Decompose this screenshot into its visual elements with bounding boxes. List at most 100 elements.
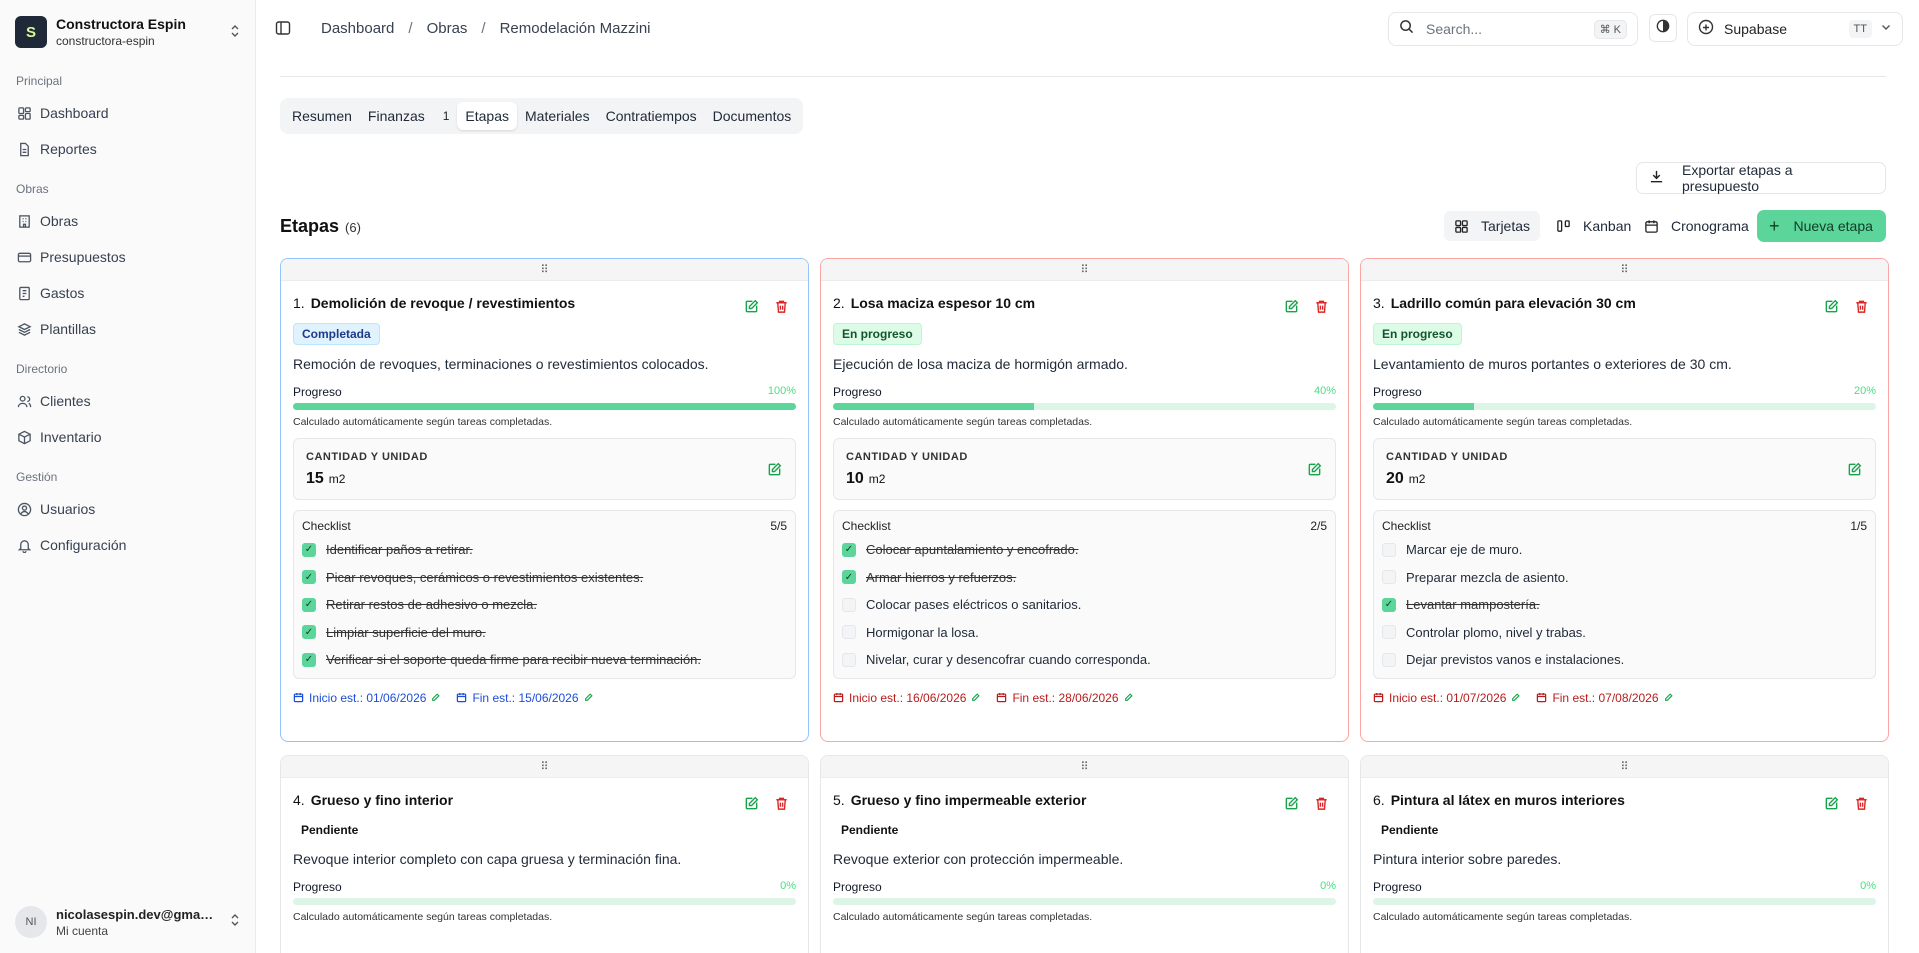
checklist-item[interactable]: ✓ Colocar apuntalamiento y encofrado. (842, 536, 1327, 564)
checkbox[interactable]: ✓ (302, 570, 316, 585)
checkbox[interactable] (842, 625, 856, 640)
checklist-item[interactable]: Nivelar, curar y desencofrar cuando corr… (842, 646, 1327, 674)
checklist-item[interactable]: ✓ Limpiar superficie del muro. (302, 619, 787, 647)
sidebar-item-clientes[interactable]: Clientes (16, 386, 242, 416)
checklist-item[interactable]: ✓ Levantar mampostería. (1382, 591, 1867, 619)
checklist-item[interactable]: Dejar previstos vanos e instalaciones. (1382, 646, 1867, 674)
trash-icon[interactable] (1854, 796, 1870, 812)
end-date[interactable]: Fin est.: 28/06/2026 (996, 691, 1133, 705)
quantity-number: 15 (306, 470, 324, 487)
sidebar-item-plantillas[interactable]: Plantillas (16, 314, 242, 344)
sidebar-toggle-icon[interactable] (275, 20, 291, 36)
checkbox[interactable]: ✓ (842, 570, 856, 585)
breadcrumb-obras[interactable]: Obras (427, 20, 468, 37)
view-cards-button[interactable]: Tarjetas (1444, 211, 1541, 241)
checkbox[interactable]: ✓ (302, 542, 316, 557)
quantity-box: CANTIDAD Y UNIDAD 10 m2 (833, 438, 1336, 500)
edit-icon[interactable] (744, 796, 760, 812)
checklist-item[interactable]: Hormigonar la losa. (842, 619, 1327, 647)
drag-handle[interactable]: ⠿ (1361, 756, 1888, 778)
tab-finanzas[interactable]: Finanzas 1 (360, 102, 458, 130)
tab-contratiempos[interactable]: Contratiempos (598, 102, 705, 130)
start-date[interactable]: Inicio est.: 01/06/2026 (293, 691, 441, 705)
org-switcher[interactable]: S Constructora Espin constructora-espin (15, 14, 241, 50)
checklist-item[interactable]: ✓ Identificar paños a retirar. (302, 536, 787, 564)
stage-card[interactable]: ⠿ 3. Ladrillo común para elevación 30 cm En… (1360, 258, 1889, 742)
checkbox[interactable] (1382, 652, 1396, 667)
sidebar-item-usuarios[interactable]: Usuarios (16, 494, 242, 524)
sidebar-item-reportes[interactable]: Reportes (16, 134, 242, 164)
export-button[interactable]: Exportar etapas a presupuesto (1636, 162, 1886, 194)
stage-card[interactable]: ⠿ 5. Grueso y fino impermeable exterior Pen… (820, 755, 1349, 953)
trash-icon[interactable] (1314, 299, 1330, 315)
tab-materiales[interactable]: Materiales (517, 102, 598, 130)
search-input[interactable]: Search... ⌘ K (1388, 12, 1638, 46)
edit-icon[interactable] (1824, 796, 1840, 812)
checklist-item-text: Preparar mezcla de asiento. (1406, 569, 1569, 585)
sidebar-item-label: Gastos (40, 285, 85, 301)
checklist-item[interactable]: ✓ Verificar si el soporte queda firme par… (302, 646, 787, 674)
checklist-item[interactable]: ✓ Armar hierros y refuerzos. (842, 564, 1327, 592)
start-date[interactable]: Inicio est.: 16/06/2026 (833, 691, 981, 705)
end-date[interactable]: Fin est.: 15/06/2026 (456, 691, 593, 705)
edit-icon[interactable] (1307, 462, 1323, 478)
drag-handle[interactable]: ⠿ (281, 756, 808, 778)
drag-handle[interactable]: ⠿ (1361, 259, 1888, 281)
sidebar-item-inventario[interactable]: Inventario (16, 422, 242, 452)
checkbox[interactable]: ✓ (1382, 597, 1396, 612)
checklist-item[interactable]: Colocar pases eléctricos o sanitarios. (842, 591, 1327, 619)
checklist-item[interactable]: ✓ Retirar restos de adhesivo o mezcla. (302, 591, 787, 619)
tab-resumen[interactable]: Resumen (284, 102, 360, 130)
checklist-item[interactable]: Marcar eje de muro. (1382, 536, 1867, 564)
checkbox[interactable] (1382, 625, 1396, 640)
checkbox[interactable] (842, 597, 856, 612)
tab-etapas[interactable]: Etapas (457, 102, 518, 130)
checklist-item[interactable]: ✓ Picar revoques, cerámicos o revestimien… (302, 564, 787, 592)
view-schedule-button[interactable]: Cronograma (1644, 211, 1749, 241)
checkbox[interactable]: ✓ (302, 625, 316, 640)
trash-icon[interactable] (774, 299, 790, 315)
theme-toggle-button[interactable] (1649, 14, 1677, 42)
checkbox[interactable] (1382, 542, 1396, 557)
sidebar-item-dashboard[interactable]: Dashboard (16, 98, 242, 128)
checkbox[interactable] (842, 652, 856, 667)
calendar-icon (833, 692, 844, 703)
edit-icon[interactable] (744, 299, 760, 315)
end-date[interactable]: Fin est.: 07/08/2026 (1536, 691, 1673, 705)
sidebar-item-configuracion[interactable]: Configuración (16, 530, 242, 560)
edit-icon[interactable] (1824, 299, 1840, 315)
drag-handle[interactable]: ⠿ (281, 259, 808, 281)
stage-card[interactable]: ⠿ 4. Grueso y fino interior Pendiente Revoqu… (280, 755, 809, 953)
trash-icon[interactable] (1314, 796, 1330, 812)
stage-card[interactable]: ⠿ 1. Demolición de revoque / revestimiento… (280, 258, 809, 742)
checkbox[interactable] (1382, 570, 1396, 585)
drag-handle[interactable]: ⠿ (821, 756, 1348, 778)
checklist-item[interactable]: Preparar mezcla de asiento. (1382, 564, 1867, 592)
view-kanban-button[interactable]: Kanban (1556, 211, 1631, 241)
sidebar-item-presupuestos[interactable]: Presupuestos (16, 242, 242, 272)
edit-icon[interactable] (1847, 462, 1863, 478)
add-stage-button[interactable]: + Nueva etapa (1757, 210, 1886, 242)
start-date[interactable]: Inicio est.: 01/07/2026 (1373, 691, 1521, 705)
stage-card[interactable]: ⠿ 2. Losa maciza espesor 10 cm En progreso E… (820, 258, 1349, 742)
checkbox[interactable]: ✓ (302, 597, 316, 612)
tab-documentos[interactable]: Documentos (705, 102, 800, 130)
checklist-item[interactable]: Controlar plomo, nivel y trabas. (1382, 619, 1867, 647)
checkbox[interactable]: ✓ (302, 652, 316, 667)
checkbox[interactable]: ✓ (842, 542, 856, 557)
sidebar-item-gastos[interactable]: Gastos (16, 278, 242, 308)
edit-icon[interactable] (767, 462, 783, 478)
user-menu[interactable]: NI nicolasespin.dev@gmail.com Mi cuenta (15, 902, 241, 942)
trash-icon[interactable] (1854, 299, 1870, 315)
stage-card[interactable]: ⠿ 6. Pintura al látex en muros interiores P… (1360, 755, 1889, 953)
quantity-number: 20 (1386, 470, 1404, 487)
breadcrumb-dashboard[interactable]: Dashboard (321, 20, 394, 37)
drag-handle[interactable]: ⠿ (821, 259, 1348, 281)
sidebar-item-obras[interactable]: Obras (16, 206, 242, 236)
stage-dates: Inicio est.: 01/07/2026 Fin est.: 07/08/2… (1373, 691, 1876, 705)
edit-icon[interactable] (1284, 299, 1300, 315)
edit-icon[interactable] (1284, 796, 1300, 812)
checklist-count: 1/5 (1850, 519, 1867, 533)
account-switcher[interactable]: Supabase TT (1687, 12, 1903, 46)
trash-icon[interactable] (774, 796, 790, 812)
